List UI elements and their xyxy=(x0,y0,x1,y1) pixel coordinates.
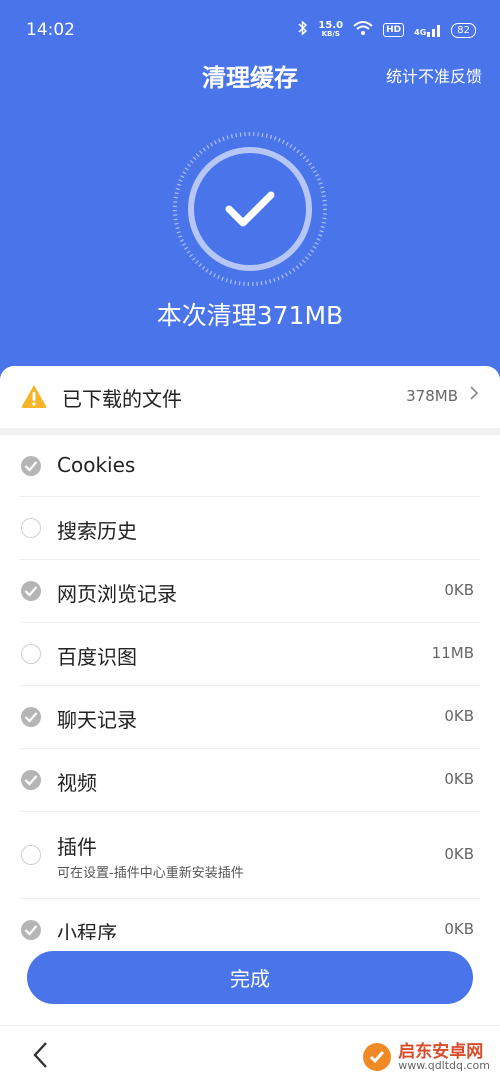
item-size: 0KB xyxy=(444,920,474,938)
item-label: 视频 xyxy=(57,771,97,795)
signal-icon: 4G xyxy=(414,23,441,37)
list-item-chat-history[interactable]: 聊天记录 0KB xyxy=(0,686,500,749)
checkbox-checked[interactable] xyxy=(21,456,41,476)
item-label: 小程序 xyxy=(57,921,117,940)
watermark: 启东安卓网 www.qdltdq.com xyxy=(362,1042,490,1076)
warning-icon xyxy=(20,383,48,409)
checkbox-unchecked[interactable] xyxy=(21,644,41,664)
checkbox-unchecked[interactable] xyxy=(21,518,41,538)
list-item-video[interactable]: 视频 0KB xyxy=(0,749,500,812)
bluetooth-icon xyxy=(298,20,308,40)
watermark-url: www.qdltdq.com xyxy=(398,1059,490,1072)
item-label: Cookies xyxy=(57,453,136,477)
downloaded-files-size: 378MB xyxy=(406,387,458,405)
success-ring xyxy=(171,130,329,288)
item-label: 聊天记录 xyxy=(57,708,137,732)
done-button[interactable]: 完成 xyxy=(27,951,473,1004)
checkbox-checked[interactable] xyxy=(21,920,41,940)
hd-badge: HD xyxy=(383,23,405,37)
status-time: 14:02 xyxy=(26,20,75,40)
back-arrow-icon[interactable] xyxy=(28,1038,54,1072)
checkbox-unchecked[interactable] xyxy=(21,845,41,865)
list-item-mini-programs[interactable]: 小程序 0KB xyxy=(0,899,500,940)
status-icons: 15.0 KB/S HD 4G 82 xyxy=(298,20,476,40)
item-sublabel: 可在设置-插件中心重新安装插件 xyxy=(57,866,244,881)
section-divider xyxy=(0,428,500,435)
clean-items-list: Cookies 搜索历史 网页浏览记录 0KB 百度识图 11MB 聊天记录 0… xyxy=(0,435,500,940)
item-size: 0KB xyxy=(444,845,474,863)
checkbox-checked[interactable] xyxy=(21,707,41,727)
clean-result-text: 本次清理371MB xyxy=(156,301,344,330)
item-size: 0KB xyxy=(444,770,474,788)
item-label: 网页浏览记录 xyxy=(57,582,177,606)
status-bar: 14:02 15.0 KB/S HD 4G 82 xyxy=(0,0,500,60)
list-item-cookies[interactable]: Cookies xyxy=(0,435,500,497)
item-label: 百度识图 xyxy=(57,645,137,669)
feedback-link[interactable]: 统计不准反馈 xyxy=(386,63,482,87)
checkbox-checked[interactable] xyxy=(21,581,41,601)
ring-outer-dashes xyxy=(173,132,327,286)
item-size: 0KB xyxy=(444,581,474,599)
checkmark-icon xyxy=(225,191,275,227)
item-label: 搜索历史 xyxy=(57,519,137,543)
nav-divider xyxy=(0,1025,500,1026)
net-speed: 15.0 KB/S xyxy=(318,20,344,39)
watermark-logo xyxy=(362,1042,392,1076)
item-size: 0KB xyxy=(444,707,474,725)
item-label: 插件 xyxy=(57,835,97,859)
wifi-icon xyxy=(353,21,373,39)
list-item-plugins[interactable]: 插件 可在设置-插件中心重新安装插件 0KB xyxy=(0,812,500,899)
list-item-search-history[interactable]: 搜索历史 xyxy=(0,497,500,560)
battery-indicator: 82 xyxy=(451,22,476,38)
chevron-right-icon xyxy=(468,382,480,404)
bottom-bar: 完成 启东安卓网 www.qdltdq.com xyxy=(0,940,500,1084)
item-size: 11MB xyxy=(431,644,474,662)
watermark-name: 启东安卓网 xyxy=(398,1042,484,1062)
downloaded-files-label: 已下载的文件 xyxy=(62,387,182,411)
downloaded-files-row[interactable]: 已下载的文件 378MB xyxy=(0,366,500,428)
ring-inner-circle xyxy=(188,147,312,271)
list-item-browsing-history[interactable]: 网页浏览记录 0KB xyxy=(0,560,500,623)
list-item-image-search[interactable]: 百度识图 11MB xyxy=(0,623,500,686)
checkbox-checked[interactable] xyxy=(21,770,41,790)
header: 14:02 15.0 KB/S HD 4G 82 清理缓存 统计不准反馈 本次清… xyxy=(0,0,500,400)
